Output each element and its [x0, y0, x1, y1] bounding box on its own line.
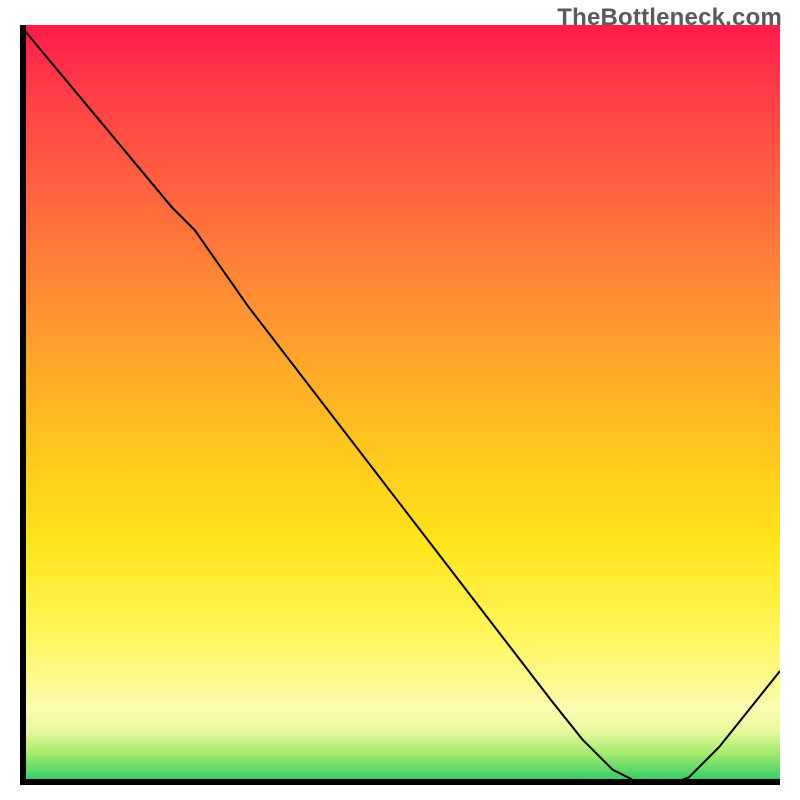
series-layer — [20, 25, 780, 785]
chart-container: TheBottleneck.com — [0, 0, 800, 800]
plot-area — [20, 25, 780, 785]
bottleneck-curve — [20, 25, 780, 785]
